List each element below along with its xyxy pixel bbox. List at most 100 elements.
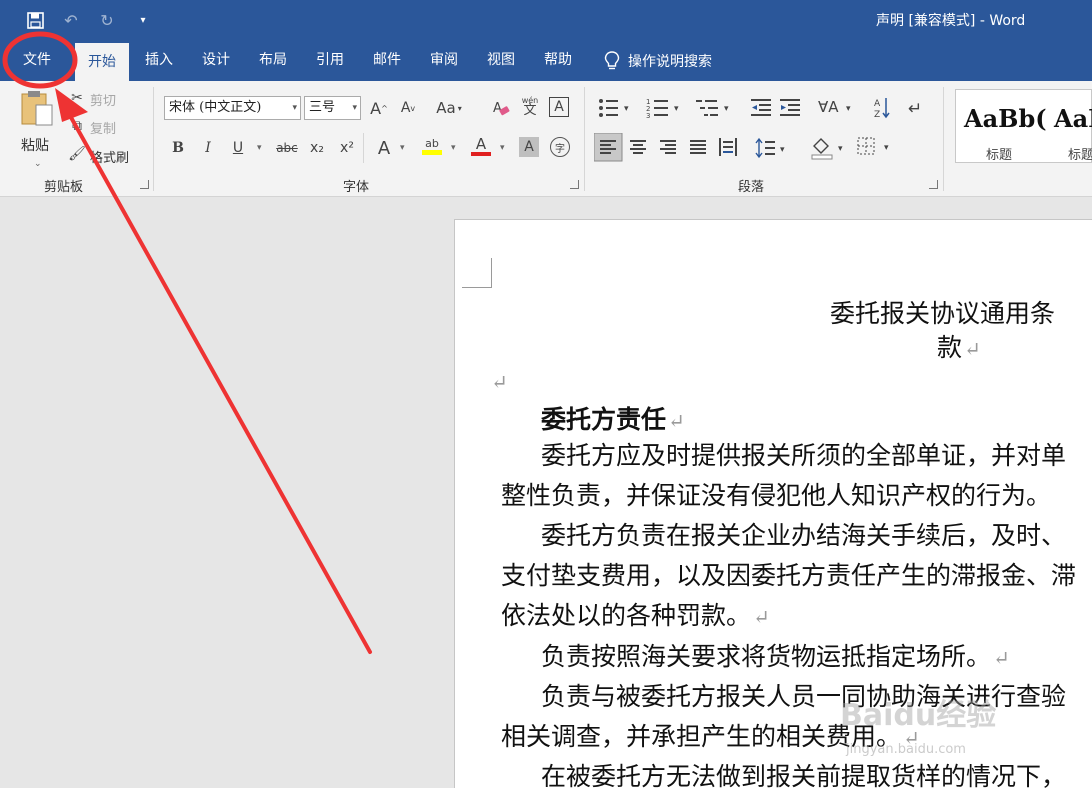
paste-dropdown-icon[interactable]: ⌄: [34, 159, 42, 169]
numbering-icon[interactable]: 1 2 3 ▾: [646, 98, 679, 120]
ribbon-home: 粘贴 ⌄ ✂ 剪切 ⧉ 复制 🖌 格式刷 剪贴板 宋体 (中文正文) ▾ 三号 …: [0, 81, 1092, 197]
clipboard-launcher-icon[interactable]: [140, 180, 149, 189]
tell-me-label: 操作说明搜索: [628, 53, 712, 70]
svg-text:A: A: [874, 99, 881, 109]
save-icon[interactable]: [22, 8, 48, 32]
divider: [363, 133, 364, 163]
group-divider: [153, 87, 154, 191]
tab-references[interactable]: 引用: [316, 40, 344, 81]
baidu-watermark: Baidu经验: [840, 698, 997, 733]
lightbulb-icon: [604, 50, 620, 69]
svg-text:▾: ▾: [838, 144, 843, 154]
tab-help[interactable]: 帮助: [544, 40, 572, 81]
align-right-button[interactable]: [660, 140, 676, 154]
baidu-watermark-url: jingyan.baidu.com: [846, 742, 966, 757]
paragraph-row2-icons: ▾ ▾ ▾: [594, 133, 889, 162]
tab-layout[interactable]: 布局: [259, 40, 287, 81]
text-effects-icon[interactable]: A: [373, 137, 395, 159]
tab-insert[interactable]: 插入: [145, 40, 173, 81]
decrease-indent-icon[interactable]: [751, 99, 771, 116]
redo-icon[interactable]: ↻: [94, 8, 120, 32]
customize-qat-icon[interactable]: ▾: [130, 8, 156, 32]
character-border-icon[interactable]: A: [549, 97, 569, 117]
chinese-layout-icon[interactable]: ⱯA ▾: [818, 98, 851, 116]
grow-font-icon[interactable]: A ^: [368, 97, 390, 119]
doc-line: 整性负责，并保证没有侵犯他人知识产权的行为。: [501, 481, 1052, 510]
align-center-button[interactable]: [630, 140, 646, 154]
tab-mailings[interactable]: 邮件: [373, 40, 401, 81]
cut-icon[interactable]: ✂: [66, 87, 88, 109]
text-effects-dropdown-icon[interactable]: ▾: [400, 143, 405, 153]
doc-line: 在被委托方无法做到报关前提取货样的情况下，: [541, 762, 1067, 788]
bullets-icon[interactable]: ▾: [599, 99, 629, 117]
cut-button[interactable]: 剪切: [90, 90, 116, 109]
svg-text:▾: ▾: [846, 104, 851, 114]
increase-indent-icon[interactable]: [780, 99, 800, 116]
copy-icon[interactable]: ⧉: [66, 115, 88, 137]
title-bar: ↶ ↻ ▾ 声明 [兼容模式] - Word: [0, 0, 1092, 40]
group-divider: [943, 87, 944, 191]
font-launcher-icon[interactable]: [570, 180, 579, 189]
svg-text:↵: ↵: [908, 99, 922, 119]
change-case-icon[interactable]: Aa ▾: [434, 97, 464, 119]
tab-home[interactable]: 开始: [75, 43, 129, 81]
phonetic-guide-icon[interactable]: wén 文: [519, 95, 541, 117]
doc-heading: 委托方责任 ↵: [541, 405, 685, 434]
align-left-button[interactable]: [594, 133, 623, 162]
svg-text:▾: ▾: [724, 104, 729, 114]
highlight-dropdown-icon[interactable]: ▾: [451, 143, 456, 153]
clear-formatting-icon[interactable]: A: [490, 97, 512, 119]
strikethrough-button[interactable]: abc: [276, 137, 298, 159]
italic-button[interactable]: I: [197, 137, 219, 159]
tab-design[interactable]: 设计: [202, 40, 230, 81]
subscript-button[interactable]: x₂: [306, 137, 328, 159]
doc-line: 负责按照海关要求将货物运抵指定场所。 ↵: [541, 642, 1010, 671]
enclose-characters-icon[interactable]: 字: [550, 137, 570, 157]
font-group-label: 字体: [343, 180, 370, 195]
doc-line: 支付垫支费用，以及因委托方责任产生的滞报金、滞: [501, 561, 1077, 590]
ribbon-tab-bar: 文件 开始 插入 设计 布局 引用 邮件 审阅 视图 帮助 操作说明搜索: [0, 40, 1092, 81]
font-color-icon[interactable]: A: [470, 135, 492, 157]
style-heading-2[interactable]: AaE 标题: [1048, 90, 1092, 162]
sort-icon[interactable]: AZ: [874, 98, 890, 120]
tab-view[interactable]: 视图: [487, 40, 515, 81]
borders-icon[interactable]: ▾: [857, 137, 889, 155]
document-page[interactable]: 委托报关协议通用条 款 ↵ ↵ 委托方责任 ↵ 委托方应及时提供报关所须的全部单证，…: [454, 219, 1092, 788]
svg-text:▾: ▾: [674, 104, 679, 114]
highlight-color-icon[interactable]: ab: [421, 135, 443, 157]
font-name-combo[interactable]: 宋体 (中文正文) ▾: [164, 96, 301, 120]
paste-label: 粘贴: [21, 138, 49, 154]
format-painter-icon[interactable]: 🖌: [66, 143, 88, 165]
paragraph-launcher-icon[interactable]: [929, 180, 938, 189]
tab-file[interactable]: 文件: [23, 40, 51, 81]
character-shading-icon[interactable]: A: [519, 137, 539, 157]
svg-text:Z: Z: [874, 110, 880, 120]
undo-icon[interactable]: ↶: [58, 8, 84, 32]
justify-button[interactable]: [690, 140, 706, 154]
chevron-down-icon: ▾: [352, 103, 357, 113]
show-marks-icon[interactable]: ↵: [908, 99, 922, 119]
paste-icon: [21, 91, 53, 126]
superscript-button[interactable]: x²: [336, 137, 358, 159]
tab-review[interactable]: 审阅: [430, 40, 458, 81]
underline-button[interactable]: U: [227, 137, 249, 159]
font-size-combo[interactable]: 三号 ▾: [304, 96, 361, 120]
bold-button[interactable]: B: [167, 137, 189, 159]
chevron-down-icon: ▾: [292, 103, 297, 113]
line-spacing-icon[interactable]: ▾: [755, 137, 785, 159]
copy-button[interactable]: 复制: [90, 118, 116, 137]
underline-dropdown-icon[interactable]: ▾: [257, 143, 262, 153]
distributed-button[interactable]: [719, 138, 737, 156]
shrink-font-icon[interactable]: Av: [397, 97, 419, 119]
doc-line: 委托方应及时提供报关所须的全部单证，并对单: [541, 441, 1067, 470]
tell-me-search[interactable]: 操作说明搜索: [604, 40, 712, 81]
format-painter-button[interactable]: 格式刷: [90, 147, 129, 166]
multilevel-list-icon[interactable]: ▾: [696, 100, 729, 116]
doc-title-line-1: 委托报关协议通用条: [830, 299, 1056, 328]
paste-button[interactable]: 粘贴 ⌄: [16, 89, 60, 169]
quick-access-toolbar: ↶ ↻ ▾: [22, 8, 156, 32]
doc-title-line-2: 款 ↵: [937, 333, 981, 362]
shading-icon[interactable]: ▾: [811, 138, 843, 160]
font-color-dropdown-icon[interactable]: ▾: [500, 143, 505, 153]
style-heading[interactable]: AaBb( 标题: [956, 90, 1047, 163]
